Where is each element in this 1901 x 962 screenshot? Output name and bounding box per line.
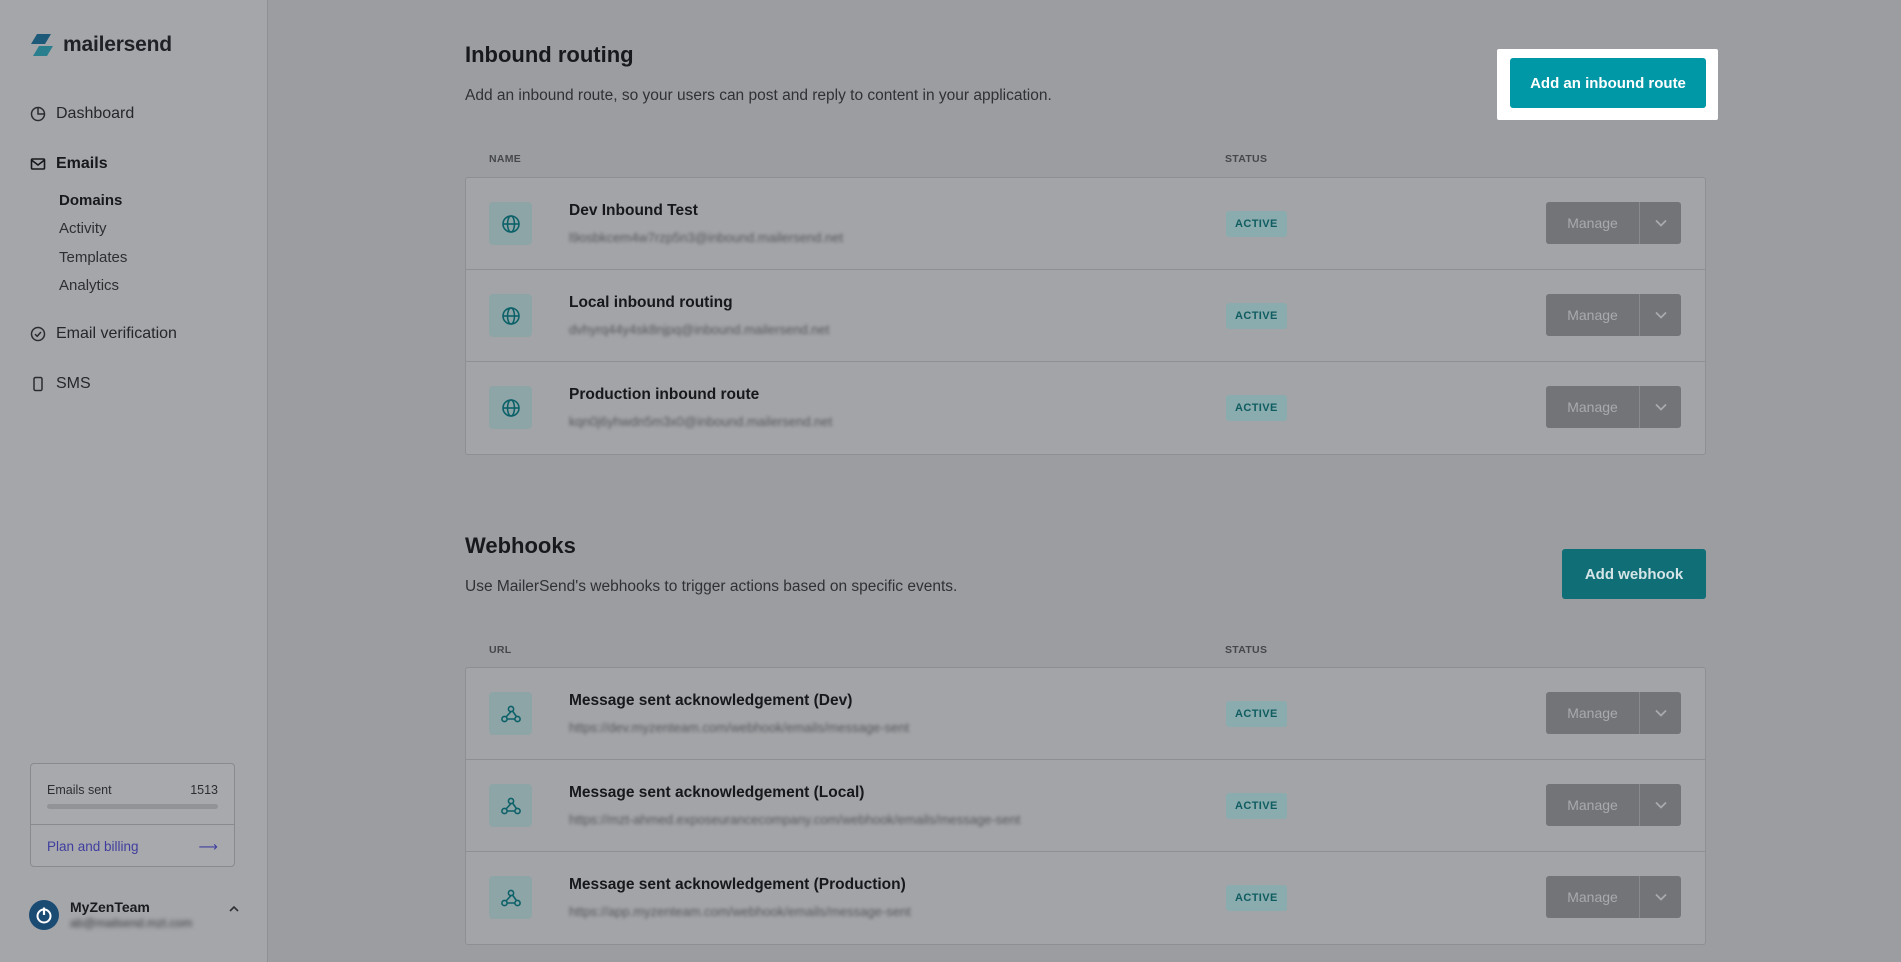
sidebar-item-emails[interactable]: Emails bbox=[30, 155, 108, 173]
usage-card: Emails sent 1513 Plan and billing ⟶ bbox=[30, 763, 235, 867]
route-name[interactable]: Production inbound route bbox=[569, 386, 759, 404]
column-header-status: STATUS bbox=[1225, 644, 1268, 656]
webhook-name[interactable]: Message sent acknowledgement (Production… bbox=[569, 876, 906, 894]
manage-button[interactable]: Manage bbox=[1546, 784, 1639, 826]
manage-button[interactable]: Manage bbox=[1546, 692, 1639, 734]
manage-button-group: Manage bbox=[1546, 692, 1681, 734]
manage-button[interactable]: Manage bbox=[1546, 876, 1639, 918]
chevron-down-icon[interactable] bbox=[1639, 386, 1681, 428]
table-row: Local inbound routing dvhyrq44y4sk8njpq@… bbox=[466, 270, 1705, 362]
status-badge: ACTIVE bbox=[1226, 303, 1287, 329]
check-circle-icon bbox=[30, 326, 46, 342]
table-row: Dev Inbound Test l9osbkcem4w7rzp5n3@inbo… bbox=[466, 178, 1705, 270]
webhook-icon bbox=[489, 876, 532, 919]
dashboard-icon bbox=[30, 106, 46, 122]
usage-progress-bar bbox=[47, 804, 218, 809]
plan-and-billing-link[interactable]: Plan and billing ⟶ bbox=[47, 839, 218, 855]
main-content: Inbound routing Add an inbound route, so… bbox=[269, 0, 1901, 962]
arrow-right-icon: ⟶ bbox=[198, 839, 218, 854]
usage-label: Emails sent bbox=[47, 783, 112, 797]
webhooks-title: Webhooks bbox=[465, 533, 576, 558]
mailersend-logo-icon bbox=[29, 32, 55, 58]
route-name[interactable]: Local inbound routing bbox=[569, 294, 733, 312]
chevron-down-icon[interactable] bbox=[1639, 692, 1681, 734]
sidebar-subitem-templates[interactable]: Templates bbox=[59, 249, 127, 266]
route-address: kqn0j6yhwdn5m3x0@inbound.mailersend.net bbox=[569, 414, 833, 429]
status-badge: ACTIVE bbox=[1226, 793, 1287, 819]
brand-logo[interactable]: mailersend bbox=[29, 32, 172, 58]
status-badge: ACTIVE bbox=[1226, 885, 1287, 911]
table-row: Production inbound route kqn0j6yhwdn5m3x… bbox=[466, 362, 1705, 454]
manage-button[interactable]: Manage bbox=[1546, 202, 1639, 244]
manage-button-group: Manage bbox=[1546, 784, 1681, 826]
column-header-status: STATUS bbox=[1225, 153, 1268, 165]
table-row: Message sent acknowledgement (Local) htt… bbox=[466, 760, 1705, 852]
webhook-name[interactable]: Message sent acknowledgement (Dev) bbox=[569, 692, 852, 710]
add-inbound-route-button[interactable]: Add an inbound route bbox=[1510, 58, 1706, 108]
route-name[interactable]: Dev Inbound Test bbox=[569, 202, 698, 220]
inbound-routing-title: Inbound routing bbox=[465, 42, 634, 67]
route-address: l9osbkcem4w7rzp5n3@inbound.mailersend.ne… bbox=[569, 230, 844, 245]
sidebar-item-email-verification[interactable]: Email verification bbox=[30, 325, 177, 343]
table-row: Message sent acknowledgement (Production… bbox=[466, 852, 1705, 944]
route-address: dvhyrq44y4sk8njpq@inbound.mailersend.net bbox=[569, 322, 830, 337]
globe-icon bbox=[489, 294, 532, 337]
plan-link-label: Plan and billing bbox=[47, 839, 139, 854]
account-email: ab@mailsend.mzt.com bbox=[70, 916, 193, 930]
phone-icon bbox=[30, 376, 46, 392]
chevron-down-icon[interactable] bbox=[1639, 294, 1681, 336]
column-header-url: URL bbox=[489, 644, 512, 656]
manage-button[interactable]: Manage bbox=[1546, 386, 1639, 428]
manage-button[interactable]: Manage bbox=[1546, 294, 1639, 336]
webhook-icon bbox=[489, 692, 532, 735]
table-row: Message sent acknowledgement (Dev) https… bbox=[466, 668, 1705, 760]
chevron-down-icon[interactable] bbox=[1639, 202, 1681, 244]
account-name: MyZenTeam bbox=[70, 899, 150, 915]
webhook-url: https://dev.myzenteam.com/webhook/emails… bbox=[569, 720, 910, 735]
avatar bbox=[29, 900, 59, 930]
sidebar-subitem-activity[interactable]: Activity bbox=[59, 220, 107, 237]
webhooks-description: Use MailerSend's webhooks to trigger act… bbox=[465, 578, 958, 595]
status-badge: ACTIVE bbox=[1226, 395, 1287, 421]
inbound-routes-list: Dev Inbound Test l9osbkcem4w7rzp5n3@inbo… bbox=[465, 177, 1706, 455]
sidebar-subitem-analytics[interactable]: Analytics bbox=[59, 277, 119, 294]
status-badge: ACTIVE bbox=[1226, 701, 1287, 727]
add-webhook-button[interactable]: Add webhook bbox=[1562, 549, 1706, 599]
chevron-up-icon bbox=[229, 904, 239, 916]
sidebar-item-dashboard[interactable]: Dashboard bbox=[30, 105, 134, 123]
sidebar-item-label: Email verification bbox=[56, 325, 177, 342]
sidebar-item-sms[interactable]: SMS bbox=[30, 375, 91, 393]
usage-count: 1513 bbox=[190, 783, 218, 797]
brand-name: mailersend bbox=[63, 33, 172, 56]
sidebar-item-label: SMS bbox=[56, 375, 91, 392]
manage-button-group: Manage bbox=[1546, 202, 1681, 244]
manage-button-group: Manage bbox=[1546, 294, 1681, 336]
manage-button-group: Manage bbox=[1546, 876, 1681, 918]
globe-icon bbox=[489, 386, 532, 429]
mail-icon bbox=[30, 156, 46, 172]
sidebar: mailersend Dashboard Emails Domains Acti… bbox=[0, 0, 268, 962]
column-header-name: NAME bbox=[489, 153, 522, 165]
sidebar-item-label: Dashboard bbox=[56, 105, 135, 122]
status-badge: ACTIVE bbox=[1226, 211, 1287, 237]
webhook-icon bbox=[489, 784, 532, 827]
webhook-url: https://mzt-ahmed.exposeurancecompany.co… bbox=[569, 812, 1021, 827]
sidebar-item-label: Emails bbox=[56, 155, 108, 172]
usage-divider bbox=[31, 824, 234, 825]
webhook-name[interactable]: Message sent acknowledgement (Local) bbox=[569, 784, 864, 802]
manage-button-group: Manage bbox=[1546, 386, 1681, 428]
sidebar-subitem-domains[interactable]: Domains bbox=[59, 192, 122, 209]
chevron-down-icon[interactable] bbox=[1639, 784, 1681, 826]
account-switcher[interactable]: MyZenTeam ab@mailsend.mzt.com bbox=[29, 898, 239, 934]
chevron-down-icon[interactable] bbox=[1639, 876, 1681, 918]
inbound-routing-description: Add an inbound route, so your users can … bbox=[465, 87, 1052, 104]
webhooks-list: Message sent acknowledgement (Dev) https… bbox=[465, 667, 1706, 945]
webhook-url: https://app.myzenteam.com/webhook/emails… bbox=[569, 904, 911, 919]
globe-icon bbox=[489, 202, 532, 245]
